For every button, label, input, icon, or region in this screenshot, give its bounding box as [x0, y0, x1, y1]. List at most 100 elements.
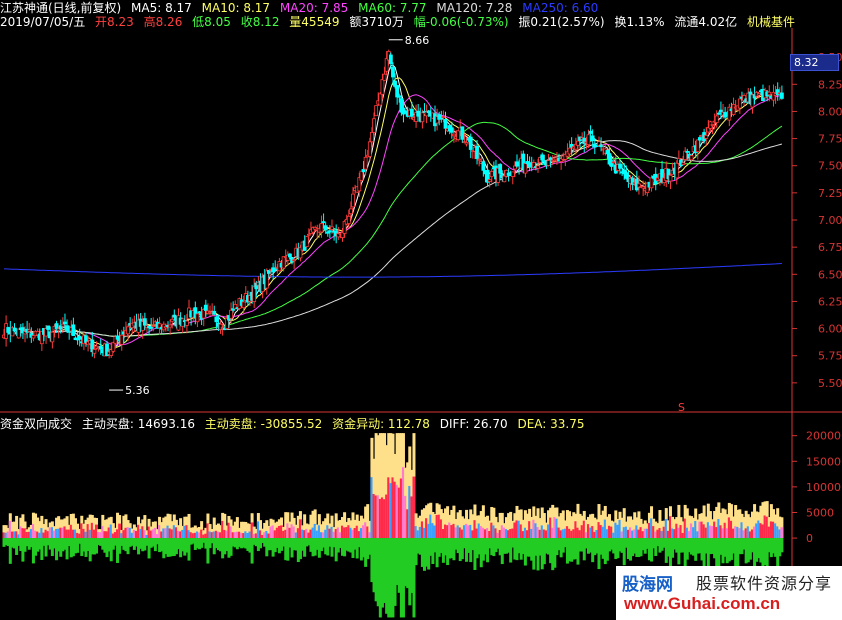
candle-body — [119, 334, 124, 345]
candle-body — [170, 318, 175, 322]
candle-body — [378, 93, 383, 106]
candle-body — [443, 118, 448, 129]
candle-body — [719, 109, 723, 113]
candle-body — [536, 165, 540, 169]
candle-body — [323, 225, 328, 231]
candle-body — [767, 91, 772, 96]
candle-body — [50, 331, 55, 343]
candle-body — [649, 177, 654, 189]
candle-body — [779, 92, 784, 99]
candle-body — [681, 162, 685, 165]
candle-body — [464, 142, 469, 145]
candle-body — [142, 318, 147, 326]
candle-body — [126, 326, 130, 335]
candle-body — [685, 151, 690, 153]
candle-body — [212, 311, 217, 315]
candle-body — [391, 66, 395, 78]
price-tick-label: 6.00 — [818, 323, 842, 336]
price-tick-label: 7.25 — [818, 187, 842, 200]
candle-body — [60, 323, 65, 327]
candle-body — [197, 311, 202, 314]
candle-body — [590, 135, 595, 141]
candle-body — [27, 329, 32, 332]
candle-body — [605, 150, 610, 155]
candle-body — [168, 324, 172, 328]
candle-body — [304, 236, 309, 248]
candle-body — [330, 226, 334, 230]
candle-body — [388, 54, 393, 64]
candle-body — [180, 318, 185, 327]
price-tick-label: 8.25 — [818, 78, 842, 91]
price-tick-label: 5.75 — [818, 350, 842, 363]
low-marker-label: 5.36 — [125, 384, 150, 397]
candle-body — [716, 112, 721, 115]
candle-body — [321, 221, 326, 224]
candle-body — [586, 134, 591, 146]
candle-body — [737, 98, 742, 109]
vol-tick-label: 0 — [806, 532, 813, 545]
candle-body — [111, 342, 116, 352]
candle-body — [502, 175, 507, 183]
candle-body — [698, 137, 702, 141]
candle-body — [618, 163, 622, 169]
price-tick-label: 8.00 — [818, 105, 842, 118]
candle-body — [409, 108, 414, 117]
candle-body — [624, 172, 629, 179]
price-tick-label: 6.25 — [818, 295, 842, 308]
candle-body — [460, 126, 465, 140]
last-price-badge: 8.32 — [790, 54, 839, 71]
candle-body — [477, 158, 482, 161]
candle-body — [46, 325, 51, 330]
candle-body — [214, 316, 219, 323]
candle-body — [426, 110, 431, 114]
vol-tick-label: 10000 — [806, 481, 841, 494]
candle-body — [319, 223, 324, 233]
watermark-slogan: 股票软件资源分享 — [696, 576, 833, 593]
candle-body — [384, 58, 389, 72]
vol-anomaly-bar — [780, 527, 784, 539]
candle-body — [229, 309, 233, 319]
candle-body — [292, 259, 297, 262]
candle-body — [567, 147, 572, 155]
candle-body — [668, 174, 673, 182]
vol-tick-label: 15000 — [806, 455, 841, 468]
watermark-url: www.Guhai.com.cn — [624, 594, 781, 613]
candle-body — [306, 233, 311, 236]
vol-sell-bar — [780, 538, 784, 553]
candle-body — [487, 179, 492, 182]
high-marker-label: 8.66 — [405, 34, 430, 47]
ma60-line — [3, 121, 783, 337]
candle-body — [704, 134, 709, 139]
watermark: 股海网 股票软件资源分享 www.Guhai.com.cn — [616, 566, 842, 620]
price-tick-label: 7.00 — [818, 214, 842, 227]
candle-body — [452, 133, 456, 137]
candle-body — [468, 136, 473, 150]
candle-body — [548, 157, 553, 161]
candle-body — [359, 170, 364, 181]
candle-body — [77, 335, 82, 340]
candle-body — [361, 169, 366, 173]
candle-body — [475, 145, 479, 159]
candle-body — [588, 130, 593, 134]
price-tick-label: 6.75 — [818, 241, 842, 254]
ma20-line — [3, 94, 782, 346]
candle-body — [372, 118, 376, 133]
candle-body — [481, 161, 486, 171]
candle-body — [489, 171, 494, 178]
candle-body — [756, 93, 761, 96]
candle-body — [397, 95, 402, 98]
candle-body — [498, 164, 503, 174]
ma5-line — [3, 64, 782, 352]
price-tick-label: 5.50 — [818, 377, 842, 390]
candle-body — [374, 105, 379, 117]
candle-body — [185, 320, 189, 326]
vol-tick-label: 20000 — [806, 430, 841, 443]
stock-chart[interactable]: 5.50 5.75 6.00 6.25 6.50 6.75 7.00 7.25 7.50 7.75… — [0, 0, 842, 620]
signal-marker: S — [678, 401, 685, 414]
candle-body — [241, 301, 246, 309]
candle-body — [456, 130, 461, 140]
candle-body — [151, 325, 156, 327]
vol-tick-label: 5000 — [806, 506, 834, 519]
candle-body — [16, 328, 21, 339]
candle-body — [611, 161, 616, 164]
